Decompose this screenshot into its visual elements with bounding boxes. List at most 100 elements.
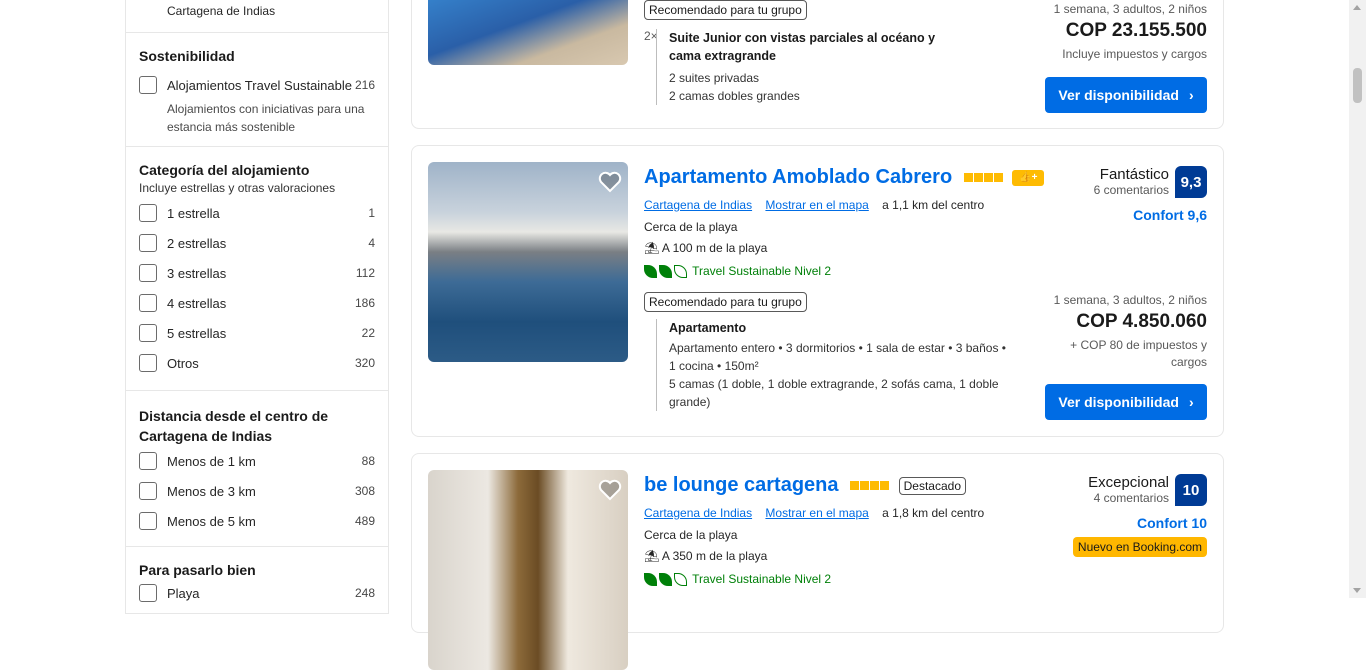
filter-option[interactable]: 2 estrellas 4: [139, 228, 375, 258]
property-title-row: Apartamento Amoblado Cabrero 👍+: [644, 166, 1045, 189]
checkbox[interactable]: [139, 512, 157, 530]
beach-near: Cerca de la playa: [644, 528, 738, 542]
map-link[interactable]: Mostrar en el mapa: [765, 506, 868, 520]
sustainable-badge: Travel Sustainable Nivel 2: [644, 572, 832, 587]
comfort-score: Confort 10: [1137, 515, 1207, 531]
filter-label: Alojamientos Travel Sustainable: [167, 77, 352, 93]
rating-count: 4 comentarios: [1093, 491, 1169, 505]
city-link[interactable]: Cartagena de Indias: [644, 506, 752, 520]
filter-label: Playa: [167, 585, 200, 601]
beach-distance: ⛱ A 100 m de la playa: [644, 241, 767, 255]
filter-option[interactable]: 4 estrellas 186: [139, 288, 375, 318]
location-row: Cartagena de Indias Mostrar en el mapa a…: [644, 198, 984, 212]
price: COP 23.155.500: [1065, 20, 1207, 41]
checkbox[interactable]: [139, 234, 157, 252]
filter-count: 186: [354, 296, 375, 310]
availability-button[interactable]: Ver disponibilidad ›: [1045, 384, 1207, 420]
score-badge: 10: [1175, 474, 1207, 506]
section-title: Distancia desde el centro de Cartagena d…: [139, 408, 329, 444]
checkbox[interactable]: [139, 294, 157, 312]
property-title[interactable]: be lounge cartagena: [644, 474, 839, 496]
checkbox[interactable]: [139, 204, 157, 222]
heart-icon[interactable]: [598, 478, 622, 502]
beach-distance-text: A 350 m de la playa: [661, 549, 768, 563]
filter-section-sostenibilidad: Sostenibilidad Alojamientos Travel Susta…: [126, 33, 388, 147]
filter-travel-sustainable[interactable]: Alojamientos Travel Sustainable 216: [139, 70, 375, 100]
price: COP 4.850.060: [1076, 311, 1207, 332]
chevron-right-icon: ›: [1188, 87, 1194, 103]
filter-label: Menos de 1 km: [167, 453, 256, 469]
filter-count: 308: [354, 484, 375, 498]
beach-distance-text: A 100 m de la playa: [661, 241, 768, 255]
sustainable-text: Travel Sustainable Nivel 2: [692, 264, 832, 278]
rating-stars: [850, 481, 890, 491]
review-block[interactable]: Excepcional 4 comentarios 10: [1088, 474, 1207, 506]
room-name: Suite Junior con vistas parciales al océ…: [669, 31, 936, 63]
property-title[interactable]: Apartamento Amoblado Cabrero: [644, 166, 952, 188]
distance-text: a 1,8 km del centro: [882, 506, 985, 520]
score-badge: 9,3: [1175, 166, 1207, 198]
checkbox[interactable]: [139, 482, 157, 500]
scrollbar-thumb[interactable]: [1353, 68, 1362, 103]
filter-count: 216: [354, 78, 375, 92]
rating-word: Excepcional: [1088, 474, 1169, 491]
filter-option[interactable]: Otros 320: [139, 348, 375, 378]
filter-option[interactable]: 1 estrella 1: [139, 198, 375, 228]
checkbox[interactable]: [139, 324, 157, 342]
availability-button[interactable]: Ver disponibilidad ›: [1045, 77, 1207, 113]
filter-item-label: Cartagena de Indias: [167, 4, 276, 18]
filter-label: Menos de 3 km: [167, 483, 256, 499]
leaf-icon: [674, 573, 687, 587]
review-block[interactable]: Fantástico 6 comentarios 9,3: [1094, 166, 1207, 198]
section-title: Para pasarlo bien: [139, 562, 256, 578]
filter-label: 5 estrellas: [167, 325, 227, 341]
checkbox[interactable]: [139, 452, 157, 470]
filter-description: Alojamientos con iniciativas para una es…: [167, 102, 365, 134]
city-link[interactable]: Cartagena de Indias: [644, 198, 752, 212]
filter-count: 1: [368, 206, 375, 220]
heart-icon[interactable]: [598, 170, 622, 194]
scroll-up-arrow-icon[interactable]: [1353, 5, 1361, 10]
filter-option[interactable]: 3 estrellas 112: [139, 258, 375, 288]
property-photo[interactable]: [428, 0, 628, 65]
filter-count: 88: [361, 454, 375, 468]
checkbox[interactable]: [139, 76, 157, 94]
room-detail: 2 suites privadas: [669, 71, 760, 85]
filter-count: 112: [355, 266, 375, 280]
property-photo[interactable]: [428, 470, 628, 670]
new-badge-wrap: Nuevo en Booking.com: [1072, 537, 1207, 557]
scroll-down-arrow-icon[interactable]: [1353, 588, 1361, 593]
sustainable-text: Travel Sustainable Nivel 2: [692, 572, 832, 586]
filter-option[interactable]: Menos de 1 km 88: [139, 446, 375, 476]
filter-option[interactable]: 5 estrellas 22: [139, 318, 375, 348]
map-link[interactable]: Mostrar en el mapa: [765, 198, 868, 212]
button-label: Ver disponibilidad: [1058, 87, 1179, 103]
checkbox[interactable]: [139, 354, 157, 372]
stay-info: 1 semana, 3 adultos, 2 niños: [1053, 293, 1207, 307]
property-photo[interactable]: [428, 162, 628, 362]
vertical-scrollbar[interactable]: [1349, 0, 1366, 598]
property-card: Recomendado para tu grupo 2× Suite Junio…: [411, 0, 1224, 129]
beach-distance: ⛱ A 350 m de la playa: [644, 549, 767, 563]
distance-text: a 1,1 km del centro: [882, 198, 985, 212]
room-detail: Apartamento entero • 3 dormitorios • 1 s…: [669, 341, 1006, 373]
checkbox[interactable]: [139, 584, 157, 602]
room-detail: 2 camas dobles grandes: [669, 89, 800, 103]
filter-label: Otros: [167, 355, 199, 371]
filter-label: 2 estrellas: [167, 235, 227, 251]
filter-option[interactable]: Playa 248: [139, 578, 375, 608]
stay-info: 1 semana, 3 adultos, 2 niños: [1053, 2, 1207, 16]
sustainable-badge: Travel Sustainable Nivel 2: [644, 264, 832, 279]
rating-word: Fantástico: [1099, 166, 1169, 183]
filter-count: 489: [354, 514, 375, 528]
leaf-icon: [644, 265, 657, 279]
filter-label: Menos de 5 km: [167, 513, 256, 529]
leaf-icon: [644, 573, 657, 587]
checkbox[interactable]: [139, 264, 157, 282]
rating-stars: [963, 173, 1003, 183]
filter-option[interactable]: Menos de 3 km 308: [139, 476, 375, 506]
leaf-icon: [659, 573, 672, 587]
taxes-info: Incluye impuestos y cargos: [1062, 47, 1207, 61]
comfort-score: Confort 9,6: [1133, 207, 1207, 223]
filter-option[interactable]: Menos de 5 km 489: [139, 506, 375, 536]
